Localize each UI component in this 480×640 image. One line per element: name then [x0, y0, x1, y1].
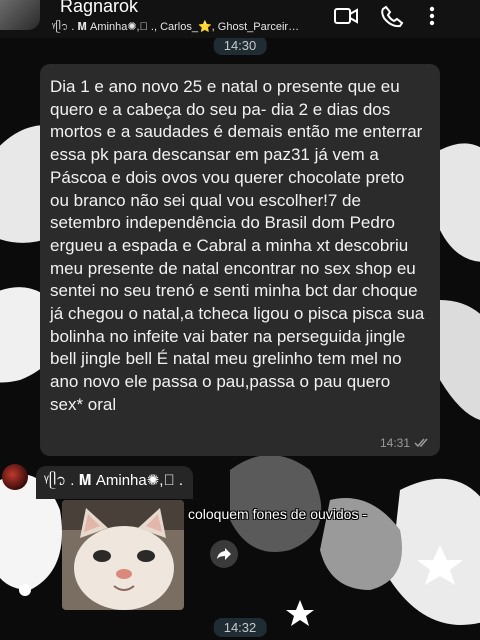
message-text: Dia 1 e ano novo 25 e natal o presente q… [50, 77, 425, 414]
chat-header: Ragnarok ᵞᥫ᭡ . 𝐌 Aminha✺,⃝ ., Carlos_⭐, … [0, 0, 480, 38]
group-members[interactable]: ᵞᥫ᭡ . 𝐌 Aminha✺,⃝ ., Carlos_⭐, Ghost_Par… [52, 18, 322, 38]
group-title[interactable]: Ragnarok [60, 0, 138, 17]
sender-name[interactable]: ᵞᥫ᭡ . 𝐌 Aminha✺,⃝ . [36, 466, 194, 499]
sender-avatar[interactable] [2, 464, 28, 490]
forward-button[interactable] [210, 540, 238, 568]
message-meta: 14:31 [380, 436, 430, 450]
voice-call-icon[interactable] [378, 3, 406, 29]
double-check-icon [414, 438, 428, 448]
more-options-icon[interactable] [418, 3, 446, 29]
sticker-caption: coloquem fones de ouvidos - [188, 506, 367, 522]
time-chip-bottom: 14:32 [213, 618, 267, 637]
video-call-icon[interactable] [332, 3, 360, 29]
forward-icon [217, 548, 231, 560]
message-time: 14:31 [379, 436, 410, 450]
message-bubble[interactable]: Dia 1 e ano novo 25 e natal o presente q… [40, 64, 440, 456]
group-avatar[interactable] [0, 0, 40, 30]
time-chip: 14:30 [213, 36, 267, 55]
cat-sticker[interactable] [62, 500, 184, 610]
